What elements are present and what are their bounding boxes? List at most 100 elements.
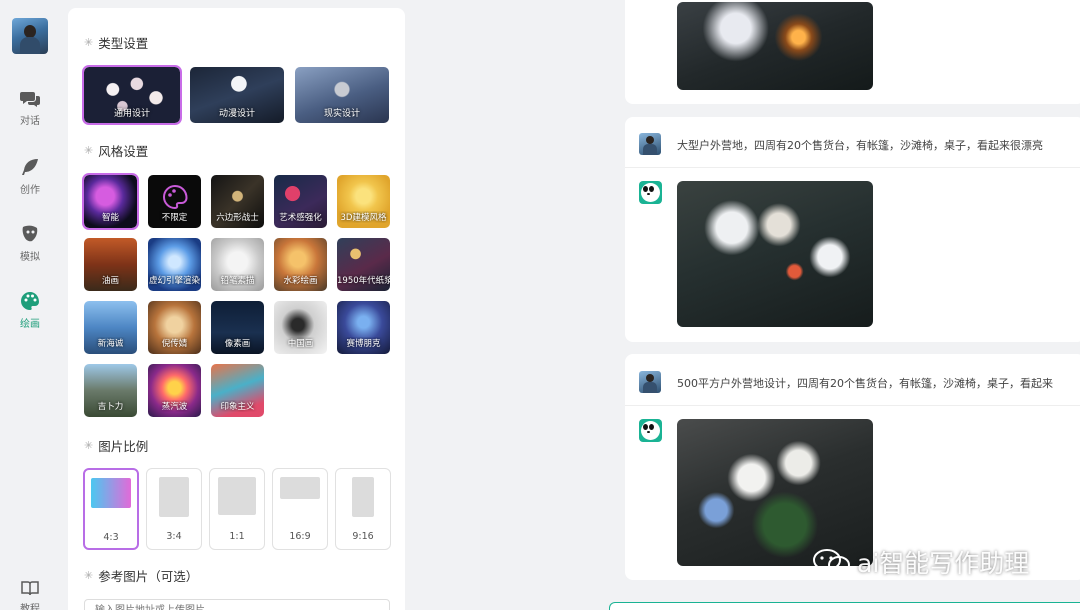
nav-item-tutorial[interactable]: 教程 <box>0 580 60 610</box>
ratio-label: 1:1 <box>229 531 245 542</box>
style-card-3d[interactable]: 3D建模风格 <box>337 175 390 228</box>
sparkle-icon: ✳ <box>84 36 94 49</box>
feather-icon <box>22 159 38 175</box>
ratio-title: 图片比例 <box>98 439 149 454</box>
style-settings-heading: ✳ 风格设置 <box>84 141 148 160</box>
chat-input-bar[interactable] <box>609 602 1080 610</box>
bot-panda-avatar <box>639 419 662 442</box>
style-card-label: 蒸汽波 <box>161 402 188 412</box>
style-card-label: 印象主义 <box>220 402 255 412</box>
style-card-unreal[interactable]: 虚幻引擎渲染 <box>148 238 201 291</box>
style-card-label: 新海诚 <box>97 339 124 349</box>
style-settings-title: 风格设置 <box>98 144 149 159</box>
style-card-hexagon[interactable]: 六边形战士 <box>211 175 264 228</box>
type-card-anime[interactable]: 动漫设计 <box>190 67 284 123</box>
style-card-label: 不限定 <box>161 213 188 223</box>
generated-image[interactable] <box>677 181 873 327</box>
style-card-label: 智能 <box>101 213 119 223</box>
nav-label-create: 创作 <box>20 185 40 196</box>
style-card-label: 六边形战士 <box>216 213 259 223</box>
ratio-16-9[interactable]: 16:9 <box>272 468 328 550</box>
type-card-label: 通用设计 <box>113 109 150 119</box>
ratio-label: 3:4 <box>166 531 182 542</box>
user-prompt: 500平方户外营地设计，四周有20个售货台，有帐篷，沙滩椅，桌子，看起来 <box>677 377 1053 390</box>
style-card-label: 吉卜力 <box>97 402 124 412</box>
type-card-label: 动漫设计 <box>218 109 255 119</box>
ratio-preview <box>159 477 189 517</box>
style-card-label: 水彩绘画 <box>283 276 318 286</box>
book-icon <box>21 581 39 596</box>
type-card-general[interactable]: 通用设计 <box>82 65 182 125</box>
generated-image[interactable] <box>677 419 873 566</box>
wechat-icon <box>813 549 850 574</box>
user-avatar <box>639 371 661 393</box>
palette-icon <box>21 292 39 310</box>
style-card-label: 艺术感强化 <box>279 213 322 223</box>
style-card-label: 赛博朋克 <box>346 339 381 349</box>
style-card-vaporwave[interactable]: 蒸汽波 <box>148 364 201 417</box>
ratio-label: 16:9 <box>289 531 311 542</box>
ratio-heading: ✳ 图片比例 <box>84 436 148 455</box>
style-card-impressionism[interactable]: 印象主义 <box>211 364 264 417</box>
divider <box>625 405 1080 406</box>
settings-panel: ✳ 类型设置 通用设计 动漫设计 现实设计 ✳ 风格设置 智能 不限定 六边形战士 … <box>68 8 405 610</box>
nav-item-simulate[interactable]: 模拟 <box>0 224 60 263</box>
sparkle-icon: ✳ <box>84 144 94 157</box>
ratio-preview <box>218 477 256 515</box>
type-card-realistic[interactable]: 现实设计 <box>295 67 389 123</box>
style-card-label: 中国画 <box>287 339 314 349</box>
style-card-artistic[interactable]: 艺术感强化 <box>274 175 327 228</box>
style-card-label: 倪传婧 <box>161 339 188 349</box>
nav-label-chat: 对话 <box>20 116 40 127</box>
bot-panda-avatar <box>639 181 662 204</box>
generated-image[interactable] <box>677 2 873 90</box>
result-card-2: 大型户外营地，四周有20个售货台，有帐篷，沙滩椅，桌子，看起来很漂亮 <box>625 117 1080 342</box>
ratio-4-3[interactable]: 4:3 <box>83 468 139 550</box>
style-card-label: 3D建模风格 <box>340 213 387 223</box>
ratio-9-16[interactable]: 9:16 <box>335 468 391 550</box>
nav-label-tutorial: 教程 <box>20 604 40 610</box>
palette-icon <box>163 184 188 210</box>
ratio-preview <box>352 477 374 517</box>
chat-icon <box>20 92 40 107</box>
nav-label-draw: 绘画 <box>20 319 40 330</box>
style-card-label: 铅笔素描 <box>220 276 255 286</box>
reference-title: 参考图片（可选） <box>98 569 199 584</box>
user-avatar <box>639 133 661 155</box>
watermark-text: ai智能写作助理 <box>857 549 1030 578</box>
style-card-label: 虚幻引擎渲染 <box>148 276 200 286</box>
result-card-1 <box>625 0 1080 104</box>
mask-icon <box>22 225 38 242</box>
ratio-preview <box>91 478 131 508</box>
style-card-1950s[interactable]: 1950年代纸浆 <box>337 238 390 291</box>
style-card-label: 1950年代纸浆 <box>337 276 390 286</box>
user-prompt: 大型户外营地，四周有20个售货台，有帐篷，沙滩椅，桌子，看起来很漂亮 <box>677 139 1043 152</box>
style-card-nichuanjing[interactable]: 倪传婧 <box>148 301 201 354</box>
style-card-unlimited[interactable]: 不限定 <box>148 175 201 228</box>
nav-item-draw[interactable]: 绘画 <box>0 291 60 330</box>
style-card-ghibli[interactable]: 吉卜力 <box>84 364 137 417</box>
sparkle-icon: ✳ <box>84 569 94 582</box>
style-card-chinese[interactable]: 中国画 <box>274 301 327 354</box>
style-card-pixel[interactable]: 像素画 <box>211 301 264 354</box>
reference-image-input[interactable] <box>84 599 390 610</box>
user-avatar[interactable] <box>12 18 48 54</box>
ratio-label: 9:16 <box>352 531 374 542</box>
style-card-pencil[interactable]: 铅笔素描 <box>211 238 264 291</box>
style-card-label: 油画 <box>101 276 119 286</box>
ratio-3-4[interactable]: 3:4 <box>146 468 202 550</box>
style-card-shinkai[interactable]: 新海诚 <box>84 301 137 354</box>
nav-item-chat[interactable]: 对话 <box>0 90 60 127</box>
nav-item-create[interactable]: 创作 <box>0 157 60 196</box>
style-card-watercolor[interactable]: 水彩绘画 <box>274 238 327 291</box>
style-card-oil[interactable]: 油画 <box>84 238 137 291</box>
style-card-label: 像素画 <box>224 339 251 349</box>
divider <box>625 167 1080 168</box>
ratio-label: 4:3 <box>103 532 119 543</box>
type-card-label: 现实设计 <box>323 109 360 119</box>
ratio-1-1[interactable]: 1:1 <box>209 468 265 550</box>
ratio-preview <box>280 477 320 499</box>
style-card-cyberpunk[interactable]: 赛博朋克 <box>337 301 390 354</box>
style-card-smart[interactable]: 智能 <box>82 173 139 230</box>
type-settings-heading: ✳ 类型设置 <box>84 33 148 52</box>
